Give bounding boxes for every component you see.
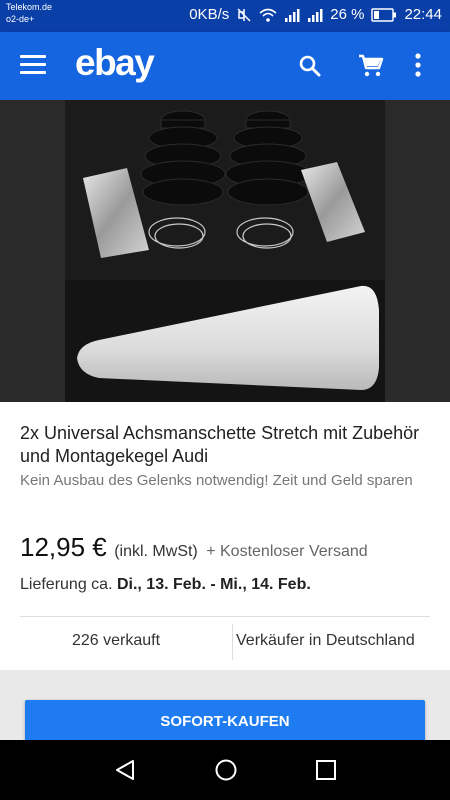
- price-row: 12,95 € (inkl. MwSt) + Kostenloser Versa…: [20, 532, 368, 563]
- price: 12,95 €: [20, 532, 107, 562]
- delivery-label: Lieferung ca.: [20, 576, 113, 593]
- seller-location: Verkäufer in Deutschland: [236, 632, 415, 649]
- product-subtitle: Kein Ausbau des Gelenks notwendig! Zeit …: [20, 472, 413, 489]
- wifi-icon: [259, 8, 277, 22]
- delivery-info: Lieferung ca. Di., 13. Feb. - Mi., 14. F…: [20, 576, 311, 594]
- carrier-2: o2-de+: [6, 14, 35, 24]
- carrier-1: Telekom.de: [6, 2, 53, 12]
- search-icon[interactable]: [298, 54, 322, 83]
- home-icon[interactable]: [214, 758, 238, 787]
- delivery-dates: Di., 13. Feb. - Mi., 14. Feb.: [116, 576, 311, 593]
- vertical-divider: [232, 624, 233, 660]
- clock: 22:44: [404, 6, 442, 23]
- vat-note: (inkl. MwSt): [114, 543, 198, 560]
- divider: [20, 616, 430, 617]
- cart-icon[interactable]: [358, 54, 384, 83]
- back-icon[interactable]: [113, 758, 137, 787]
- product-image-area[interactable]: [0, 100, 450, 402]
- status-bar: Telekom.de o2-de+ 0KB/s 26 % 22:44: [0, 0, 450, 32]
- data-rate: 0KB/s: [189, 6, 230, 23]
- mute-icon: [236, 7, 252, 23]
- signal-icon-1: [284, 8, 300, 22]
- buy-now-button[interactable]: SOFORT-KAUFEN: [25, 700, 425, 744]
- status-icons: 0KB/s 26 % 22:44: [189, 6, 442, 23]
- menu-icon[interactable]: [20, 55, 46, 75]
- signal-icon-2: [307, 8, 323, 22]
- recent-apps-icon[interactable]: [315, 759, 337, 786]
- more-vert-icon[interactable]: [414, 52, 422, 83]
- product-title: 2x Universal Achsmanschette Stretch mit …: [20, 423, 420, 466]
- battery-percent: 26 %: [330, 6, 365, 23]
- product-info-card: 2x Universal Achsmanschette Stretch mit …: [0, 402, 450, 670]
- ebay-logo[interactable]: ebay: [75, 42, 155, 84]
- app-bar: ebay: [0, 32, 450, 100]
- shipping-info: + Kostenloser Versand: [206, 543, 368, 560]
- product-photo[interactable]: [65, 100, 385, 402]
- battery-icon: [371, 7, 397, 22]
- sold-count: 226 verkauft: [71, 632, 161, 649]
- carrier-info: Telekom.de o2-de+: [6, 1, 52, 25]
- navigation-bar: [0, 740, 450, 800]
